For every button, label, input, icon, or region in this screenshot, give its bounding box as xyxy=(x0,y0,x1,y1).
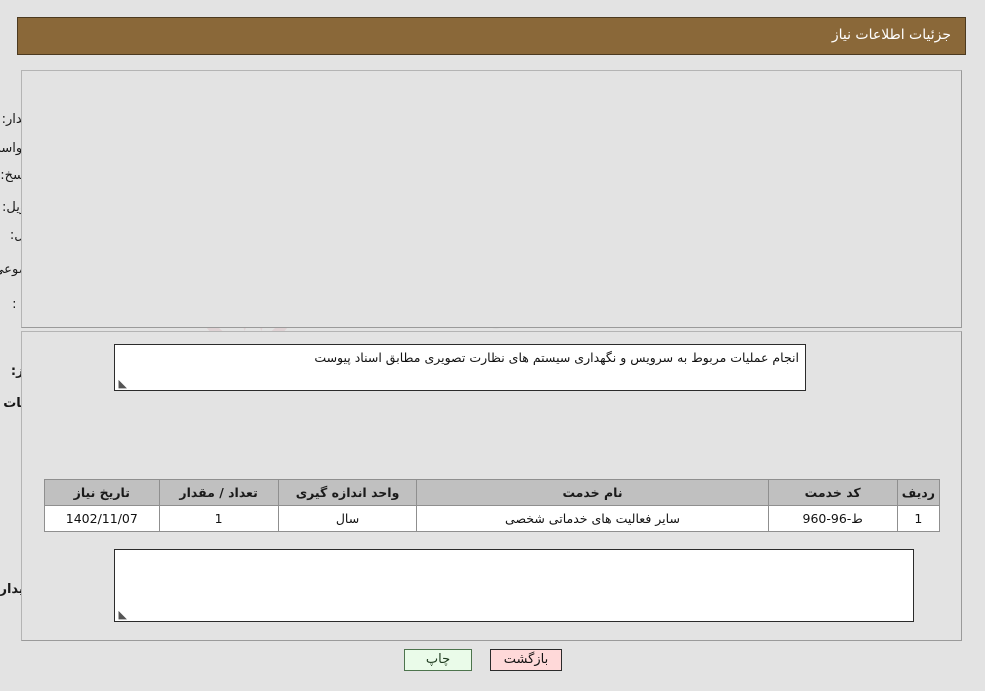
col-row-no: ردیف xyxy=(897,479,942,506)
page-root: AriaTender.net جزئیات اطلاعات نیاز شماره… xyxy=(0,0,985,691)
page-header-bar: جزئیات اطلاعات نیاز xyxy=(18,17,967,55)
summary-value: انجام عملیات مربوط به سرویس و نگهداری سی… xyxy=(315,350,800,365)
cell-service-name: سایر فعالیت های خدماتی شخصی xyxy=(417,505,770,532)
cell-unit: سال xyxy=(278,505,419,532)
page-title: جزئیات اطلاعات نیاز xyxy=(832,27,952,43)
col-unit: واحد اندازه گیری xyxy=(278,479,419,506)
col-need-date: تاریخ نیاز xyxy=(45,479,161,506)
col-service-name: نام خدمت xyxy=(417,479,770,506)
table-row: 1 ط-96-960 سایر فعالیت های خدماتی شخصی س… xyxy=(45,505,942,532)
col-service-code: کد خدمت xyxy=(768,479,899,506)
summary-textarea[interactable]: انجام عملیات مربوط به سرویس و نگهداری سی… xyxy=(115,344,807,391)
back-button[interactable]: بازگشت xyxy=(491,649,563,671)
cell-quantity: 1 xyxy=(159,505,280,532)
cell-service-code: ط-96-960 xyxy=(768,505,899,532)
cell-row-no: 1 xyxy=(897,505,942,532)
print-button[interactable]: چاپ xyxy=(405,649,473,671)
services-table: ردیف کد خدمت نام خدمت واحد اندازه گیری ت… xyxy=(45,479,942,532)
col-quantity: تعداد / مقدار xyxy=(159,479,280,506)
cell-need-date: 1402/11/07 xyxy=(45,505,161,532)
need-info-panel xyxy=(22,70,963,328)
table-header-row: ردیف کد خدمت نام خدمت واحد اندازه گیری ت… xyxy=(45,479,942,506)
resize-grip-icon[interactable]: ◣ xyxy=(118,378,128,389)
buyer-notes-textarea[interactable]: ◣ xyxy=(115,549,915,622)
resize-grip-icon[interactable]: ◣ xyxy=(118,609,128,620)
